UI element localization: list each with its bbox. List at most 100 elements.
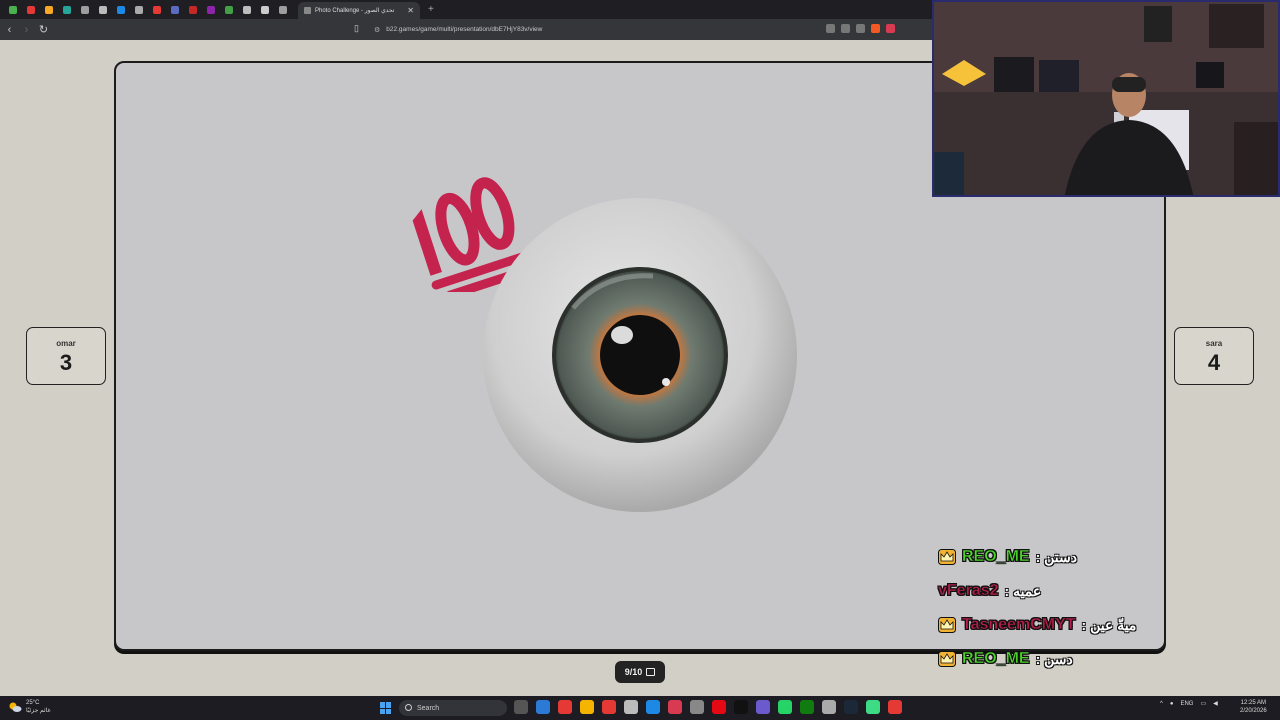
windows-start-icon[interactable]: [380, 702, 392, 714]
tab-title: Photo Challenge - تحدي الصور: [315, 8, 395, 14]
crown-badge-icon: [938, 617, 956, 633]
pinned-tab[interactable]: [166, 0, 184, 19]
taskbar-app-icon[interactable]: [646, 700, 660, 714]
taskbar-app-icon[interactable]: [558, 700, 572, 714]
history-icon[interactable]: [841, 24, 850, 33]
chat-message: TasneemCMYT : ميةّ عين: [938, 608, 1168, 642]
chat-username: TasneemCMYT: [962, 616, 1076, 633]
pinned-tab[interactable]: [238, 0, 256, 19]
tab-favicon-icon: [27, 5, 35, 14]
active-tab[interactable]: Photo Challenge - تحدي الصور ✕: [298, 2, 420, 19]
tab-favicon-icon: [63, 5, 71, 14]
rewards-icon[interactable]: [886, 24, 895, 33]
forward-icon[interactable]: ›: [19, 24, 34, 36]
pinned-tab[interactable]: [76, 0, 94, 19]
taskbar-app-icon[interactable]: [690, 700, 704, 714]
taskbar-app-icon[interactable]: [712, 700, 726, 714]
tab-favicon-icon: [45, 5, 53, 14]
volume-icon[interactable]: ◀: [1213, 700, 1218, 707]
url-text: b22.games/game/multi/presentation/dbE7Hj…: [386, 26, 543, 33]
share-icon[interactable]: [856, 24, 865, 33]
image-icon: [646, 668, 656, 676]
player-name: sara: [1205, 339, 1223, 348]
tab-favicon-icon: [279, 5, 287, 14]
chat-text: : ميةّ عين: [1081, 616, 1137, 633]
taskbar-app-icon[interactable]: [580, 700, 594, 714]
eyeball-image: [483, 198, 797, 512]
taskbar-app-icon[interactable]: [624, 700, 638, 714]
pinned-tab[interactable]: [94, 0, 112, 19]
pinned-tab[interactable]: [274, 0, 292, 19]
pinned-tab[interactable]: [184, 0, 202, 19]
pinned-tab[interactable]: [220, 0, 238, 19]
weather-desc: غائم جزئيًا: [26, 708, 51, 714]
taskbar-app-icon[interactable]: [668, 700, 682, 714]
tab-favicon-icon: [153, 5, 161, 14]
clock-time: 12:25 AM: [1240, 700, 1267, 706]
pinned-tab[interactable]: [256, 0, 274, 19]
tab-favicon-icon: [189, 5, 197, 14]
taskbar-apps: [514, 700, 902, 714]
tab-favicon-icon: [225, 5, 233, 14]
player-score: 4: [1207, 350, 1221, 375]
tab-favicon-icon: [243, 5, 251, 14]
pinned-tab[interactable]: [4, 0, 22, 19]
pinned-tab[interactable]: [130, 0, 148, 19]
crown-badge-icon: [938, 651, 956, 667]
pinned-tab[interactable]: [22, 0, 40, 19]
tab-favicon-icon: [81, 5, 89, 14]
reload-icon[interactable]: ↻: [36, 23, 51, 36]
taskbar-app-icon[interactable]: [778, 700, 792, 714]
tab-favicon-icon: [261, 5, 269, 14]
taskbar-app-icon[interactable]: [536, 700, 550, 714]
pinned-tab[interactable]: [112, 0, 130, 19]
chat-username: REO_ME: [962, 650, 1030, 667]
taskbar-search[interactable]: Search: [399, 700, 507, 716]
bookmark-icon[interactable]: ▯: [354, 23, 359, 34]
translate-icon[interactable]: [826, 24, 835, 33]
chat-text: : دستن: [1035, 548, 1077, 565]
taskbar-app-icon[interactable]: [822, 700, 836, 714]
pinned-tab[interactable]: [58, 0, 76, 19]
tab-close-icon[interactable]: ✕: [407, 6, 414, 15]
taskbar-app-icon[interactable]: [756, 700, 770, 714]
back-icon[interactable]: ‹: [2, 24, 17, 36]
tab-favicon-icon: [207, 5, 215, 14]
pinned-tabs: [4, 0, 292, 19]
network-icon[interactable]: ▭: [1200, 700, 1206, 707]
pinned-tab[interactable]: [148, 0, 166, 19]
site-info-icon[interactable]: ⚙: [374, 26, 380, 34]
chat-text: : دسن: [1035, 650, 1073, 667]
language-indicator[interactable]: ENG: [1180, 701, 1193, 707]
player-score: 3: [59, 350, 73, 375]
player-score-card-omar: omar 3: [26, 327, 106, 385]
taskbar-app-icon[interactable]: [888, 700, 902, 714]
taskbar-app-icon[interactable]: [800, 700, 814, 714]
crown-badge-icon: [938, 549, 956, 565]
pinned-tab[interactable]: [202, 0, 220, 19]
chat-username: vFeras2: [938, 582, 999, 599]
taskbar-app-icon[interactable]: [514, 700, 528, 714]
taskbar-app-icon[interactable]: [844, 700, 858, 714]
clock-date: 2/20/2026: [1240, 708, 1267, 714]
taskbar: 25°C غائم جزئيًا Search ^ ● ENG ▭ ◀ 12:2…: [0, 696, 1280, 720]
brave-shields-icon[interactable]: [871, 24, 880, 33]
chat-username: REO_ME: [962, 548, 1030, 565]
taskbar-clock[interactable]: 12:25 AM 2/20/2026: [1240, 699, 1267, 715]
chat-overlay: REO_ME: دستن vFeras2: عميه TasneemCMYT: مي…: [938, 540, 1168, 676]
taskbar-app-icon[interactable]: [734, 700, 748, 714]
weather-widget[interactable]: 25°C غائم جزئيًا: [8, 699, 51, 715]
tab-favicon-icon: [304, 7, 311, 14]
chat-message: REO_ME : دستن: [938, 540, 1168, 574]
microphone-icon[interactable]: ●: [1170, 701, 1174, 707]
taskbar-app-icon[interactable]: [866, 700, 880, 714]
webcam-overlay: [932, 0, 1280, 197]
pinned-tab[interactable]: [40, 0, 58, 19]
tray-chevron-icon[interactable]: ^: [1160, 701, 1163, 707]
system-tray: ^ ● ENG ▭ ◀: [1160, 700, 1218, 708]
address-bar-tools: [826, 24, 895, 33]
taskbar-app-icon[interactable]: [602, 700, 616, 714]
round-counter: 9/10: [615, 661, 665, 683]
new-tab-icon[interactable]: +: [428, 4, 434, 15]
weather-temp: 25°C: [26, 700, 40, 706]
